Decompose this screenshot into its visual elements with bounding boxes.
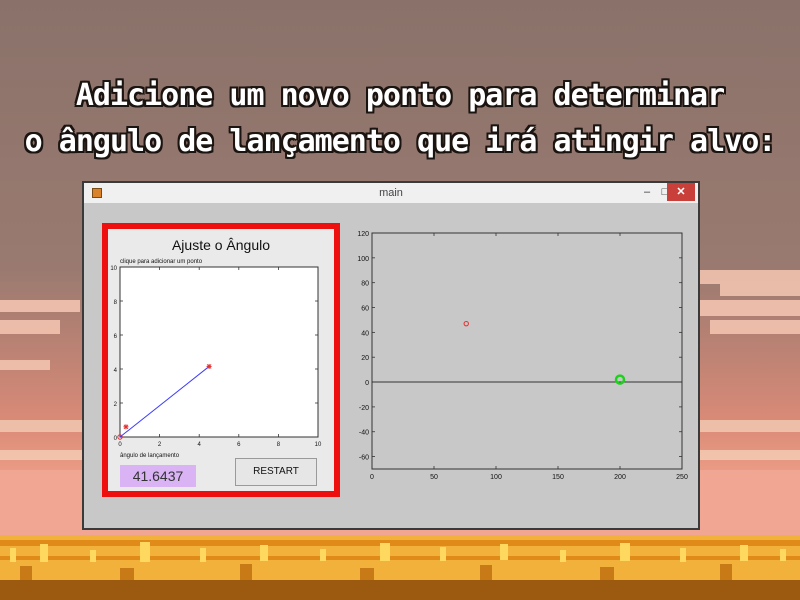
close-button[interactable]: ✕: [667, 183, 695, 201]
window-title: main: [379, 187, 403, 199]
angle-plot-star-point: [206, 363, 212, 369]
trajectory-plot-ytick-label: -60: [359, 455, 369, 462]
angle-plot-ytick-label: 8: [114, 300, 118, 306]
minimize-button[interactable]: –: [638, 183, 656, 201]
trajectory-plot-xtick-label: 250: [676, 474, 688, 481]
figure-content: Ajuste o Ângulo clique para adicionar um…: [86, 203, 696, 528]
trajectory-plot-xtick-label: 50: [430, 474, 438, 481]
matlab-window: main – □ ✕ Ajuste o Ângulo clique para a…: [82, 181, 700, 530]
trajectory-plot-xtick-label: 0: [370, 474, 374, 481]
angle-plot-hint: clique para adicionar um ponto: [120, 259, 203, 265]
instruction-line-1: Adicione um novo ponto para determinar: [75, 78, 725, 113]
angle-plot-xtick-label: 2: [158, 442, 162, 448]
angle-plot-xtick-label: 8: [277, 442, 281, 448]
trajectory-plot-axes-box: [371, 232, 683, 470]
trajectory-plot-ytick-label: -20: [359, 405, 369, 412]
trajectory-plot-ytick-label: 60: [361, 306, 369, 313]
angle-plot-xtick-label: 6: [237, 442, 241, 448]
trajectory-plot-xtick-label: 150: [552, 474, 564, 481]
angle-plot-xtick-label: 4: [198, 442, 202, 448]
angle-value-display: 41.6437: [120, 465, 196, 487]
angle-plot-xlabel: ângulo de lançamento: [120, 453, 180, 459]
angle-plot[interactable]: clique para adicionar um ponto 0 2 4 6 8 10 0…: [108, 229, 334, 459]
angle-plot-ytick-label: 2: [114, 402, 118, 408]
trajectory-plot: -60 -40 -20 0 20 40 60 80 100 120 0 50 100 150 200 250: [357, 231, 688, 481]
restart-button[interactable]: RESTART: [235, 458, 317, 486]
trajectory-plot-xtick-label: 100: [490, 474, 502, 481]
trajectory-plot-ytick-label: 120: [357, 231, 369, 238]
instruction-line-2: o ângulo de lançamento que irá atingir a…: [24, 124, 777, 159]
trajectory-plot-ytick-label: 100: [357, 256, 369, 263]
angle-plot-ytick-label: 10: [110, 266, 117, 272]
trajectory-plot-ytick-label: 20: [361, 355, 369, 362]
angle-plot-ytick-label: 0: [114, 436, 118, 442]
trajectory-plot-ytick-label: -40: [359, 430, 369, 437]
trajectory-plot-ytick-label: 40: [361, 330, 369, 337]
angle-plot-axes-box[interactable]: [119, 266, 319, 438]
window-titlebar[interactable]: main – □ ✕: [84, 183, 698, 203]
angle-plot-ytick-label: 4: [114, 368, 118, 374]
angle-plot-ytick-label: 6: [114, 334, 118, 340]
trajectory-plot-ytick-label: 80: [361, 281, 369, 288]
trajectory-plot-xtick-label: 200: [614, 474, 626, 481]
angle-plot-xtick-label: 10: [315, 442, 322, 448]
trajectory-plot-ytick-label: 0: [365, 380, 369, 387]
angle-plot-star-point: [123, 424, 129, 430]
angle-plot-xtick-label: 0: [118, 442, 122, 448]
angle-panel: Ajuste o Ângulo clique para adicionar um…: [102, 223, 340, 497]
